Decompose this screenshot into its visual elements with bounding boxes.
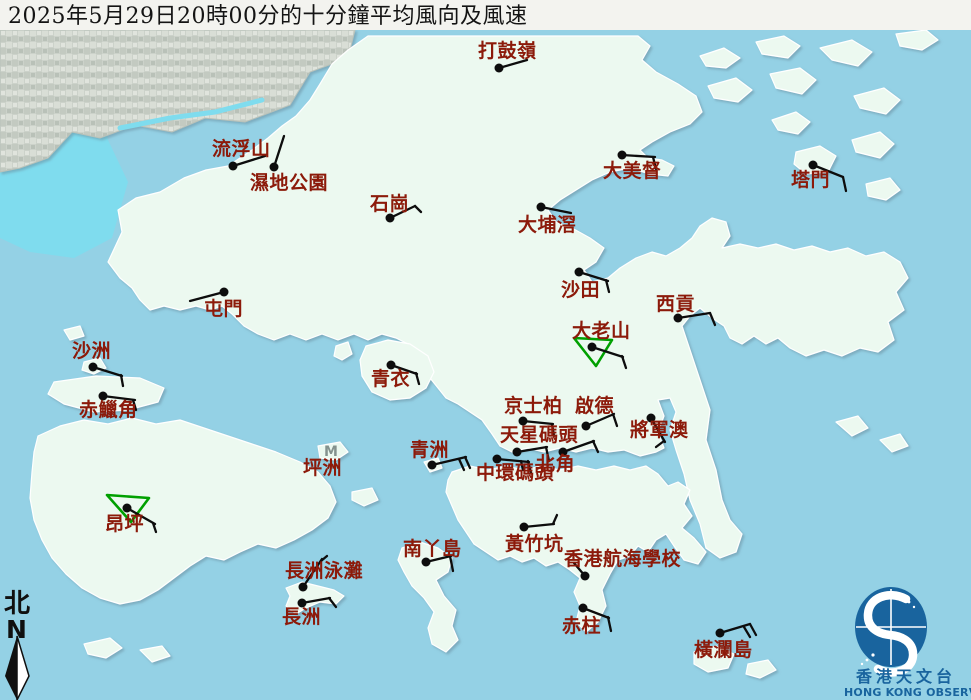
station-label: 啟德: [575, 394, 614, 417]
station-label: 青洲: [410, 439, 449, 461]
hko-wind-map-page: 打鼓嶺流浮山濕地公園石崗 大美督 塔門大埔滘沙田西貢大老山 屯門沙洲赤鱲角 青衣京士柏啟…: [0, 0, 971, 700]
station-label: 黃竹坑: [505, 532, 564, 555]
station-label: 長洲: [282, 606, 321, 628]
station-dot: [428, 461, 437, 470]
station-dot: [520, 523, 529, 532]
station-label: 打鼓嶺: [478, 39, 537, 62]
station-label: 西貢: [656, 293, 695, 315]
station-label: 中環碼頭: [476, 461, 555, 484]
station-label: 青衣: [371, 367, 410, 390]
station-label: 大美督: [603, 159, 662, 182]
station-dot: [537, 203, 546, 212]
station-label: 橫瀾島: [694, 638, 753, 661]
station-label: 屯門: [204, 297, 243, 320]
station-label: 南丫島: [403, 537, 462, 560]
station-label: 流浮山: [212, 137, 271, 160]
station-label: 赤鱲角: [79, 398, 138, 421]
station-label: 赤柱: [562, 614, 601, 637]
station-dot: [575, 268, 584, 277]
hong-kong-wind-map: 打鼓嶺流浮山濕地公園石崗 大美督 塔門大埔滘沙田西貢大老山 屯門沙洲赤鱲角 青衣京士柏啟…: [0, 0, 971, 700]
station-dot: [123, 504, 132, 513]
hko-logo-english-name: HONG KONG OBSERVATORY: [844, 686, 971, 699]
station-dot: [582, 422, 591, 431]
station-dot: [89, 363, 98, 372]
station-label: 大老山: [572, 319, 631, 342]
station-dot: [495, 64, 504, 73]
station-label: 天星碼頭: [500, 424, 579, 446]
station-label: 坪洲: [303, 457, 342, 479]
station-dot: [299, 583, 308, 592]
station-dot: [220, 288, 229, 297]
station-label: 長洲泳灘: [285, 559, 363, 582]
station-label: 香港航海學校: [563, 547, 682, 570]
station-dot: [618, 151, 627, 160]
station-dot: [716, 629, 725, 638]
station-label: 大埔滘: [518, 213, 577, 236]
station-label: 京士柏: [504, 394, 563, 417]
map-title: 2025年5月29日20時00分的十分鐘平均風向及風速: [8, 4, 527, 29]
hko-logo-chinese-name: 香港天文台: [855, 667, 956, 686]
station-label: 濕地公園: [250, 171, 328, 194]
station-dot: [229, 162, 238, 171]
station-dot: [579, 604, 588, 613]
station-dot: [588, 343, 597, 352]
station-dot: [581, 572, 590, 581]
station-label: 石崗: [369, 192, 409, 215]
station-label: 塔門: [791, 168, 830, 191]
station-label: 將軍澳: [630, 418, 689, 441]
station-dot: [513, 448, 522, 457]
station-label: 昂坪: [105, 513, 144, 535]
station-dot: [270, 163, 279, 172]
station-label: 沙田: [561, 279, 600, 301]
station-label: 沙洲: [72, 340, 111, 362]
